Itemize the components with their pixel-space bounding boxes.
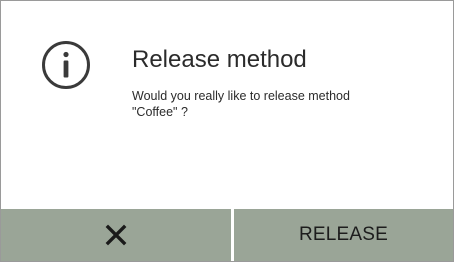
info-icon bbox=[42, 41, 90, 89]
release-method-dialog: Release method Would you really like to … bbox=[0, 0, 454, 262]
dialog-message-line-1: Would you really like to release method bbox=[132, 89, 350, 103]
dialog-message-line-2: "Coffee" ? bbox=[132, 105, 188, 119]
close-icon bbox=[105, 224, 127, 246]
dialog-message: Would you really like to release method … bbox=[132, 88, 432, 120]
dialog-title: Release method bbox=[132, 46, 307, 73]
dialog-button-bar: RELEASE bbox=[1, 209, 453, 261]
release-button-label: RELEASE bbox=[298, 224, 389, 245]
release-button[interactable]: RELEASE bbox=[234, 209, 453, 261]
cancel-button[interactable] bbox=[1, 209, 231, 261]
